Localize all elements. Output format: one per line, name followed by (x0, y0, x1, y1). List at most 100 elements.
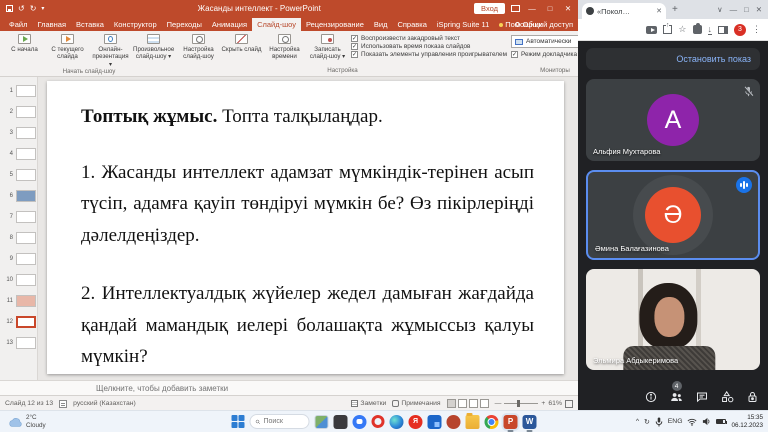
save-icon[interactable] (6, 5, 13, 12)
ribbon-checkbox[interactable]: ✓ Показать элементы управления проигрыва… (351, 51, 507, 58)
ribbon-tab[interactable]: Вид (369, 18, 393, 31)
ribbon-button[interactable]: Настройка слайд-шоу (178, 33, 219, 61)
bookmark-star-icon[interactable]: ☆ (678, 25, 686, 34)
zoom-out-button[interactable]: — (495, 400, 502, 407)
ribbon-button[interactable]: Онлайн-презентация ▾ (90, 33, 131, 68)
taskbar-app-icon[interactable] (466, 415, 480, 429)
downloads-icon[interactable]: ↓ (708, 25, 713, 35)
taskbar-app-icon[interactable]: W (523, 415, 537, 429)
participant-tile[interactable]: Эльмира Абдыкеримова (586, 269, 760, 370)
checkbox-icon[interactable]: ✓ (511, 51, 518, 58)
activities-icon[interactable] (721, 391, 734, 403)
ribbon-button[interactable]: Скрыть слайд (221, 33, 262, 53)
share-page-icon[interactable] (663, 25, 672, 34)
participant-tile[interactable]: Ә Әмина Балағазинова (586, 170, 760, 260)
participants-icon[interactable]: 4 (670, 391, 683, 403)
slide-thumbnail[interactable]: 3 (0, 122, 37, 143)
ribbon-tab[interactable]: Справка (392, 18, 431, 31)
checkbox-icon[interactable]: ✓ (351, 35, 358, 42)
speaker-icon[interactable] (702, 417, 711, 426)
meeting-details-icon[interactable] (645, 391, 657, 403)
ribbon-display-options-icon[interactable] (511, 5, 520, 12)
slide-thumbnail[interactable]: 5 (0, 164, 37, 185)
maximize-button[interactable]: □ (744, 5, 749, 14)
taskbar-search[interactable] (250, 414, 310, 429)
slide-thumbnail-preview[interactable] (16, 337, 36, 349)
slide-thumbnail-preview[interactable] (16, 106, 36, 118)
language-indicator[interactable]: русский (Казахстан) (73, 400, 136, 407)
ribbon-tab[interactable]: Анимация (207, 18, 252, 31)
host-controls-lock-icon[interactable] (747, 391, 758, 403)
slide[interactable]: Топтық жұмыс. Топта талқылаңдар. 1. Жаса… (47, 81, 564, 374)
taskbar-app-icon[interactable]: P (504, 415, 518, 429)
notes-toggle-button[interactable]: Заметки (351, 400, 386, 407)
start-button[interactable] (232, 415, 245, 428)
taskbar-app-icon[interactable]: Я (409, 415, 423, 429)
camera-in-use-icon[interactable] (646, 26, 657, 34)
checkbox-icon[interactable]: ✓ (351, 43, 358, 50)
share-button[interactable]: Общий доступ (515, 20, 573, 29)
ribbon-tab[interactable]: Файл (4, 18, 32, 31)
minimize-button[interactable]: — (526, 4, 538, 13)
redo-icon[interactable]: ↻ (30, 5, 37, 13)
browser-menu-icon[interactable]: ⋮ (752, 25, 761, 34)
ribbon-tab[interactable]: iSpring Suite 11 (432, 18, 494, 31)
slide-thumbnail-preview[interactable] (16, 211, 36, 223)
slide-thumbnail-preview[interactable] (16, 190, 36, 202)
slide-thumbnail-preview[interactable] (16, 316, 36, 328)
ribbon-button[interactable]: С начала (4, 33, 45, 53)
zoom-slider-thumb[interactable] (517, 400, 520, 407)
ribbon-checkbox[interactable]: ✓ Использовать время показа слайдов (351, 43, 507, 50)
notes-pane[interactable]: Щелкните, чтобы добавить заметки (0, 380, 578, 395)
slide-thumbnail[interactable]: 6 (0, 185, 37, 206)
clock[interactable]: 15:35 06.12.2023 (731, 414, 763, 429)
slide-thumbnail-preview[interactable] (16, 169, 36, 181)
taskbar-app-icon[interactable] (353, 415, 367, 429)
maximize-button[interactable]: □ (544, 4, 556, 13)
ribbon-tab[interactable]: Вставка (71, 18, 109, 31)
browser-tab[interactable]: «Покол… ✕ (582, 3, 666, 19)
zoom-slider[interactable] (504, 403, 538, 404)
fit-to-window-icon[interactable] (565, 400, 573, 408)
ribbon-tab[interactable]: Главная (32, 18, 71, 31)
participant-tile[interactable]: А Альфия Мухтарова (586, 79, 760, 161)
taskbar-app-icon[interactable] (372, 415, 385, 428)
ribbon-checkbox[interactable]: ✓ Воспроизвести закадровый текст (351, 35, 507, 42)
taskbar-app-icon[interactable] (315, 415, 329, 429)
checkbox-icon[interactable]: ✓ (351, 51, 358, 58)
taskbar-app-icon[interactable] (334, 415, 348, 429)
signin-button[interactable]: Вход (474, 3, 505, 14)
slide-thumbnail[interactable]: 13 (0, 332, 37, 353)
ribbon-button[interactable]: Записать слайд-шоу ▾ (307, 33, 348, 61)
taskbar-app-icon[interactable] (447, 415, 461, 429)
slide-thumbnail[interactable]: 8 (0, 227, 37, 248)
slide-thumbnail[interactable]: 7 (0, 206, 37, 227)
tab-search-icon[interactable]: ∨ (717, 5, 723, 14)
slide-thumbnail[interactable]: 1 (0, 80, 37, 101)
ribbon-tab[interactable]: Рецензирование (301, 18, 369, 31)
ribbon-tab[interactable]: Переходы (162, 18, 207, 31)
tray-expand-icon[interactable]: ^ (636, 418, 639, 425)
slideshow-view-button[interactable] (480, 399, 489, 408)
reading-view-button[interactable] (469, 399, 478, 408)
close-button[interactable]: ✕ (562, 4, 574, 13)
taskbar-app-icon[interactable] (390, 415, 404, 429)
extensions-icon[interactable] (693, 25, 702, 34)
taskbar-app-icon[interactable] (485, 415, 499, 429)
normal-view-button[interactable] (447, 399, 456, 408)
zoom-level[interactable]: 61% (548, 400, 562, 407)
slide-thumbnail-preview[interactable] (16, 148, 36, 160)
slide-thumbnail[interactable]: 2 (0, 101, 37, 122)
battery-icon[interactable] (716, 419, 726, 424)
slide-thumbnail[interactable]: 11 (0, 290, 37, 311)
side-panel-icon[interactable] (718, 26, 728, 34)
slide-thumbnail-preview[interactable] (16, 253, 36, 265)
comments-toggle-button[interactable]: Примечания (392, 400, 440, 407)
chat-icon[interactable] (696, 391, 708, 403)
slide-thumbnail[interactable]: 4 (0, 143, 37, 164)
tab-close-icon[interactable]: ✕ (656, 7, 662, 15)
sync-icon[interactable]: ↻ (644, 418, 650, 426)
ribbon-tab[interactable]: Слайд-шоу (252, 18, 301, 31)
language-indicator[interactable]: ENG (668, 418, 683, 425)
slide-thumbnail-preview[interactable] (16, 295, 36, 307)
